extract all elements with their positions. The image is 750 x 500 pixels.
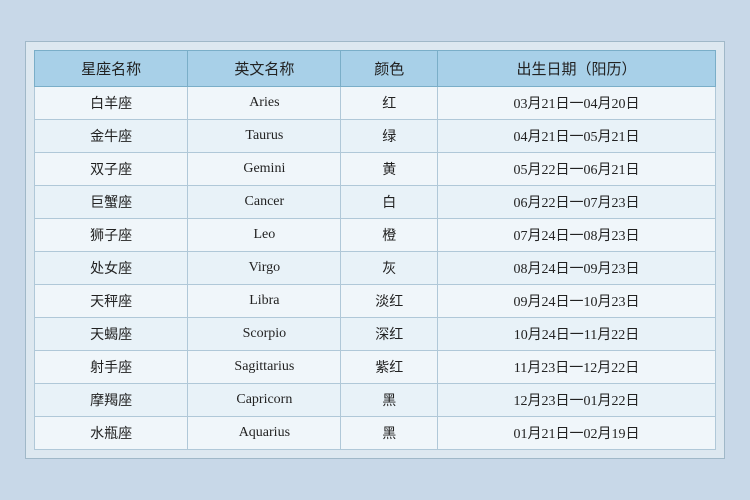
- cell-color: 橙: [341, 219, 437, 252]
- table-row: 水瓶座Aquarius黑01月21日一02月19日: [35, 417, 716, 450]
- cell-english-name: Aries: [188, 87, 341, 120]
- table-row: 处女座Virgo灰08月24日一09月23日: [35, 252, 716, 285]
- cell-color: 淡红: [341, 285, 437, 318]
- header-color: 颜色: [341, 51, 437, 87]
- table-row: 金牛座Taurus绿04月21日一05月21日: [35, 120, 716, 153]
- cell-dates: 04月21日一05月21日: [437, 120, 715, 153]
- cell-english-name: Libra: [188, 285, 341, 318]
- cell-english-name: Taurus: [188, 120, 341, 153]
- cell-dates: 08月24日一09月23日: [437, 252, 715, 285]
- table-row: 射手座Sagittarius紫红11月23日一12月22日: [35, 351, 716, 384]
- table-row: 天秤座Libra淡红09月24日一10月23日: [35, 285, 716, 318]
- cell-dates: 06月22日一07月23日: [437, 186, 715, 219]
- cell-english-name: Aquarius: [188, 417, 341, 450]
- cell-color: 红: [341, 87, 437, 120]
- table-header-row: 星座名称 英文名称 颜色 出生日期（阳历）: [35, 51, 716, 87]
- table-row: 天蝎座Scorpio深红10月24日一11月22日: [35, 318, 716, 351]
- cell-chinese-name: 巨蟹座: [35, 186, 188, 219]
- cell-dates: 07月24日一08月23日: [437, 219, 715, 252]
- cell-english-name: Capricorn: [188, 384, 341, 417]
- cell-chinese-name: 处女座: [35, 252, 188, 285]
- header-dates: 出生日期（阳历）: [437, 51, 715, 87]
- cell-english-name: Leo: [188, 219, 341, 252]
- cell-color: 黑: [341, 417, 437, 450]
- cell-dates: 01月21日一02月19日: [437, 417, 715, 450]
- cell-chinese-name: 双子座: [35, 153, 188, 186]
- cell-dates: 10月24日一11月22日: [437, 318, 715, 351]
- cell-chinese-name: 白羊座: [35, 87, 188, 120]
- cell-english-name: Gemini: [188, 153, 341, 186]
- header-english-name: 英文名称: [188, 51, 341, 87]
- cell-dates: 12月23日一01月22日: [437, 384, 715, 417]
- cell-dates: 05月22日一06月21日: [437, 153, 715, 186]
- cell-english-name: Virgo: [188, 252, 341, 285]
- cell-color: 深红: [341, 318, 437, 351]
- cell-color: 白: [341, 186, 437, 219]
- table-row: 双子座Gemini黄05月22日一06月21日: [35, 153, 716, 186]
- cell-color: 绿: [341, 120, 437, 153]
- cell-english-name: Sagittarius: [188, 351, 341, 384]
- cell-color: 紫红: [341, 351, 437, 384]
- cell-chinese-name: 狮子座: [35, 219, 188, 252]
- table-row: 巨蟹座Cancer白06月22日一07月23日: [35, 186, 716, 219]
- cell-color: 黑: [341, 384, 437, 417]
- cell-dates: 09月24日一10月23日: [437, 285, 715, 318]
- cell-color: 灰: [341, 252, 437, 285]
- cell-chinese-name: 天蝎座: [35, 318, 188, 351]
- cell-chinese-name: 天秤座: [35, 285, 188, 318]
- cell-dates: 11月23日一12月22日: [437, 351, 715, 384]
- zodiac-table-container: 星座名称 英文名称 颜色 出生日期（阳历） 白羊座Aries红03月21日一04…: [25, 41, 725, 459]
- cell-english-name: Scorpio: [188, 318, 341, 351]
- cell-english-name: Cancer: [188, 186, 341, 219]
- table-body: 白羊座Aries红03月21日一04月20日金牛座Taurus绿04月21日一0…: [35, 87, 716, 450]
- table-row: 白羊座Aries红03月21日一04月20日: [35, 87, 716, 120]
- cell-color: 黄: [341, 153, 437, 186]
- table-row: 摩羯座Capricorn黑12月23日一01月22日: [35, 384, 716, 417]
- cell-chinese-name: 水瓶座: [35, 417, 188, 450]
- cell-chinese-name: 射手座: [35, 351, 188, 384]
- cell-chinese-name: 金牛座: [35, 120, 188, 153]
- cell-chinese-name: 摩羯座: [35, 384, 188, 417]
- cell-dates: 03月21日一04月20日: [437, 87, 715, 120]
- header-chinese-name: 星座名称: [35, 51, 188, 87]
- table-row: 狮子座Leo橙07月24日一08月23日: [35, 219, 716, 252]
- zodiac-table: 星座名称 英文名称 颜色 出生日期（阳历） 白羊座Aries红03月21日一04…: [34, 50, 716, 450]
